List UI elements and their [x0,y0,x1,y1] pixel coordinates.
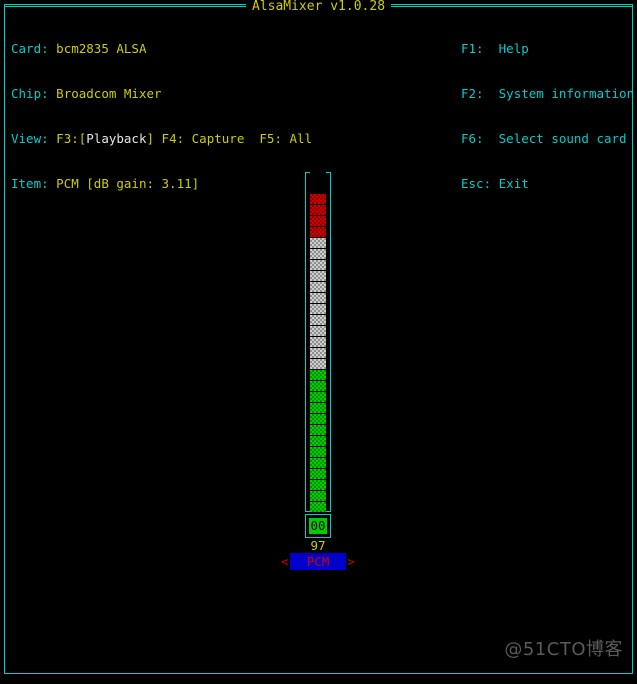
card-value: bcm2835 ALSA [56,41,147,56]
volume-bar-segment [310,425,326,435]
chevron-left-icon[interactable]: < [280,554,290,569]
volume-bar-segment [310,491,326,501]
volume-bar-blocks[interactable] [310,172,326,512]
volume-bar-segment [310,392,326,402]
view-bracket-close: ] [146,131,155,146]
volume-control-column[interactable]: 00 [303,172,333,538]
help-row-f2[interactable]: F2: System information [461,86,634,101]
volume-bar-segment [310,370,326,380]
volume-bar-segment [310,469,326,479]
chip-value: Broadcom Mixer [56,86,162,101]
volume-bar-segment [310,183,326,193]
volume-bar-segment [310,172,326,182]
volume-bar-segment [310,447,326,457]
esc-key: Esc: [461,176,492,191]
volume-bar-segment [310,480,326,490]
volume-bar-segment [310,260,326,270]
volume-bar-segment [310,436,326,446]
card-label: Card: [11,41,49,56]
view-label: View: [11,131,49,146]
help-row-f6[interactable]: F6: Select sound card [461,131,634,146]
item-label: Item: [11,176,49,191]
channel-selector[interactable]: < PCM > [280,553,356,570]
f6-action: Select sound card [498,131,627,146]
view-selected-mode[interactable]: Playback [86,131,146,146]
volume-bar-segment [310,293,326,303]
esc-action: Exit [498,176,529,191]
volume-bar-segment [310,315,326,325]
volume-bar-segment [310,249,326,259]
volume-bar-segment [310,271,326,281]
volume-bar-segment [310,282,326,292]
view-row[interactable]: View: F3:[Playback] F4: Capture F5: All [11,131,312,146]
volume-bar-segment [310,216,326,226]
title-rule-left [4,6,246,7]
chevron-right-icon[interactable]: > [346,554,356,569]
f2-key: F2: [461,86,484,101]
header-info-left: Card: bcm2835 ALSA Chip: Broadcom Mixer … [11,11,312,221]
volume-bar-segment [310,194,326,204]
volume-bar-segment [310,238,326,248]
volume-bar-outline[interactable] [305,172,331,512]
watermark-label: @51CTO博客 [504,639,623,660]
volume-bar-segment [310,326,326,336]
chip-row: Chip: Broadcom Mixer [11,86,312,101]
help-row-f1[interactable]: F1: Help [461,41,634,56]
volume-bar-segment [310,348,326,358]
header-help-right: F1: Help F2: System information F6: Sele… [461,11,634,221]
view-other-modes[interactable]: F4: Capture F5: All [154,131,313,146]
volume-bar-segment [310,205,326,215]
f1-action: Help [498,41,529,56]
alsamixer-terminal-screen: AlsaMixer v1.0.28 Card: bcm2835 ALSA Chi… [0,0,637,684]
card-row: Card: bcm2835 ALSA [11,41,312,56]
help-row-esc[interactable]: Esc: Exit [461,176,634,191]
volume-bar-segment [310,502,326,512]
volume-bar-segment [310,337,326,347]
volume-bar-segment [310,414,326,424]
volume-bar-segment [310,304,326,314]
view-playback-key[interactable]: F3: [56,131,79,146]
f2-action: System information [498,86,635,101]
f1-key: F1: [461,41,484,56]
item-value: PCM [dB gain: 3.11] [56,176,200,191]
channel-name-label[interactable]: PCM [290,553,346,570]
title-rule-right [391,6,633,7]
volume-readout-box: 00 [305,514,331,538]
chip-label: Chip: [11,86,49,101]
volume-bar-segment [310,359,326,369]
volume-bar-segment [310,458,326,468]
item-row: Item: PCM [dB gain: 3.11] [11,176,312,191]
volume-readout-value: 00 [309,518,327,534]
f6-key: F6: [461,131,484,146]
volume-percent-label: 97 [310,538,326,553]
volume-bar-segment [310,381,326,391]
volume-bar-segment [310,403,326,413]
volume-bar-segment [310,227,326,237]
